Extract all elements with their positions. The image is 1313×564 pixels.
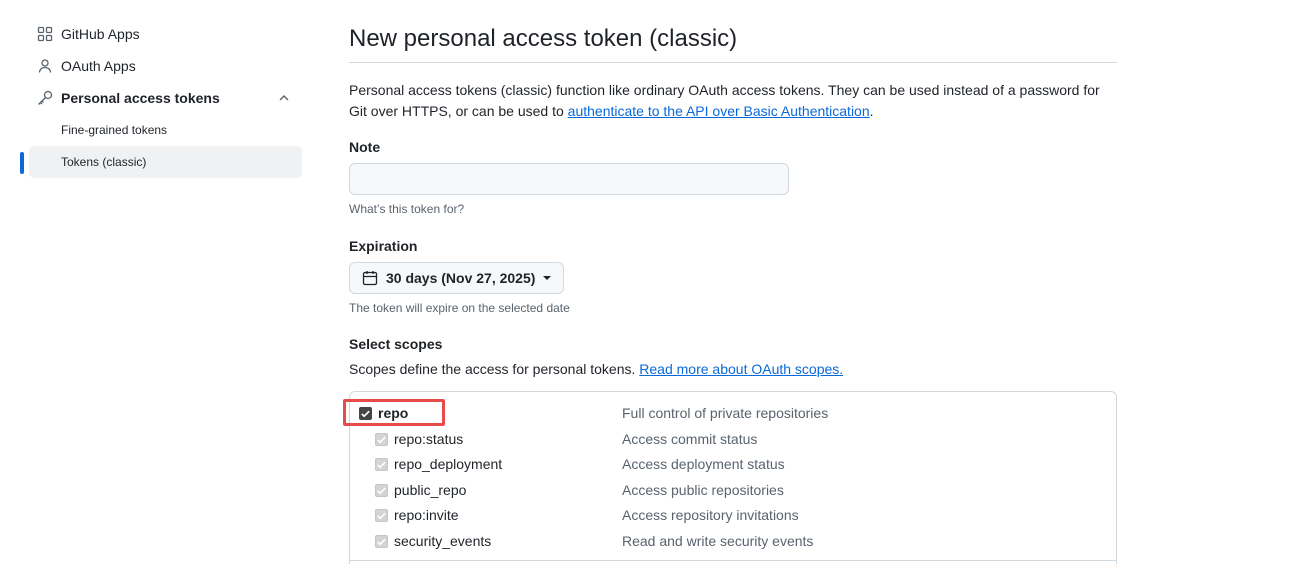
- sidebar-subitem-label: Fine-grained tokens: [61, 123, 168, 137]
- sidebar-subitem-fine-grained-tokens[interactable]: Fine-grained tokens: [29, 114, 302, 146]
- scopes-box: repo Full control of private repositorie…: [349, 391, 1117, 564]
- scope-description: Access repository invitations: [622, 507, 799, 523]
- note-input[interactable]: [349, 163, 789, 195]
- active-indicator: [20, 152, 24, 174]
- sidebar-item-label: Personal access tokens: [61, 90, 220, 106]
- main-content: New personal access token (classic) Pers…: [349, 0, 1117, 377]
- note-label: Note: [349, 139, 381, 155]
- scope-name: repo_deployment: [394, 456, 503, 472]
- scope-name: security_events: [394, 533, 492, 549]
- calendar-icon: [362, 270, 378, 286]
- check-icon: [361, 410, 370, 418]
- checkbox-repo-invite[interactable]: [375, 509, 388, 522]
- scope-name: repo:invite: [394, 507, 459, 523]
- check-icon: [377, 538, 386, 546]
- checkbox-public-repo[interactable]: [375, 484, 388, 497]
- checkbox-repo-deployment[interactable]: [375, 458, 388, 471]
- scopes-description: Scopes define the access for personal to…: [349, 361, 1117, 377]
- expiration-hint: The token will expire on the selected da…: [349, 301, 570, 315]
- scopes-label: Select scopes: [349, 336, 443, 352]
- checkbox-security-events[interactable]: [375, 535, 388, 548]
- scope-description: Full control of private repositories: [622, 405, 829, 421]
- oauth-scopes-link[interactable]: Read more about OAuth scopes.: [639, 361, 843, 377]
- sidebar-item-label: OAuth Apps: [61, 58, 136, 74]
- caret-down-icon: [543, 276, 552, 280]
- scope-row-security-events[interactable]: security_events Read and write security …: [350, 528, 1118, 552]
- scope-row-repo[interactable]: repo Full control of private repositorie…: [350, 400, 1118, 424]
- scopes-description-text: Scopes define the access for personal to…: [349, 361, 640, 377]
- scope-description: Access public repositories: [622, 482, 784, 498]
- checkbox-repo-status[interactable]: [375, 433, 388, 446]
- scope-name: repo:status: [394, 431, 464, 447]
- check-icon: [377, 461, 386, 469]
- scope-description: Read and write security events: [622, 533, 814, 549]
- scope-name: public_repo: [394, 482, 467, 498]
- expiration-label: Expiration: [349, 238, 418, 254]
- scope-row-repo-invite[interactable]: repo:invite Access repository invitation…: [350, 502, 1118, 526]
- sidebar-item-label: GitHub Apps: [61, 26, 140, 42]
- checkbox-repo[interactable]: [359, 407, 372, 420]
- scope-row-repo-deployment[interactable]: repo_deployment Access deployment status: [350, 451, 1118, 475]
- sidebar-item-oauth-apps[interactable]: OAuth Apps: [20, 50, 302, 82]
- expiration-value: 30 days (Nov 27, 2025): [386, 270, 536, 286]
- scope-description: Access commit status: [622, 431, 758, 447]
- check-icon: [377, 436, 386, 444]
- scope-description: Access deployment status: [622, 456, 785, 472]
- person-icon: [37, 58, 53, 74]
- sidebar-subitem-label: Tokens (classic): [61, 155, 147, 169]
- scope-row-public-repo[interactable]: public_repo Access public repositories: [350, 477, 1118, 501]
- expiration-dropdown[interactable]: 30 days (Nov 27, 2025): [349, 262, 565, 294]
- settings-sidebar: GitHub Apps OAuth Apps Personal access t…: [20, 18, 302, 178]
- sidebar-item-github-apps[interactable]: GitHub Apps: [20, 18, 302, 50]
- chevron-up-icon[interactable]: [276, 90, 292, 106]
- intro-text: Personal access tokens (classic) functio…: [349, 80, 1117, 122]
- page-title: New personal access token (classic): [349, 0, 1117, 63]
- note-hint: What’s this token for?: [349, 202, 465, 216]
- check-icon: [377, 512, 386, 520]
- scope-row-repo-status[interactable]: repo:status Access commit status: [350, 426, 1118, 450]
- scope-divider: [350, 560, 1116, 561]
- scope-name: repo: [378, 405, 409, 421]
- key-icon: [37, 90, 53, 106]
- basic-auth-link[interactable]: authenticate to the API over Basic Authe…: [568, 103, 870, 119]
- intro-period: .: [869, 103, 874, 119]
- sidebar-subitem-tokens-classic[interactable]: Tokens (classic): [20, 146, 302, 178]
- sidebar-item-personal-access-tokens[interactable]: Personal access tokens: [20, 82, 302, 114]
- apps-grid-icon: [37, 26, 53, 42]
- check-icon: [377, 487, 386, 495]
